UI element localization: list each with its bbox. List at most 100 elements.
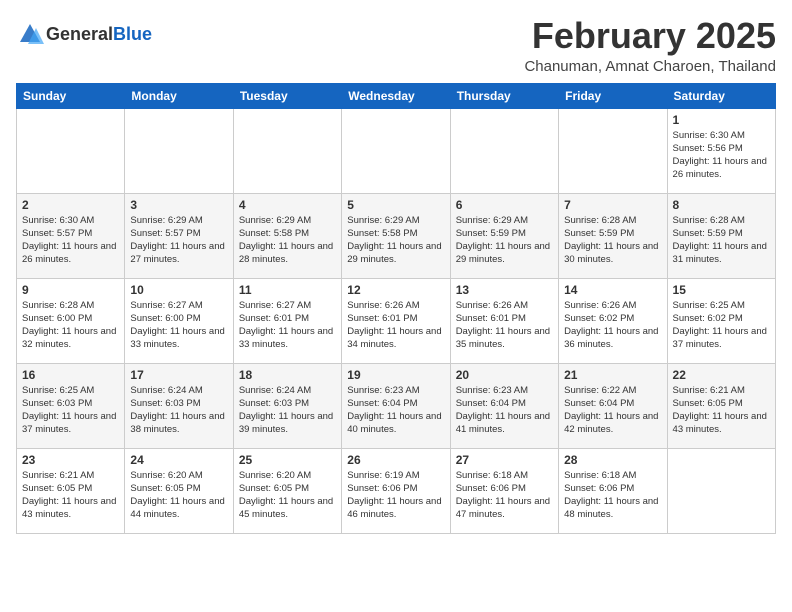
day-cell: 10 Sunrise: 6:27 AM Sunset: 6:00 PM Dayli… [125,278,233,363]
day-number: 14 [564,283,661,297]
day-cell [342,108,450,193]
weekday-header-sunday: Sunday [17,83,125,108]
logo-blue-text: Blue [113,24,152,44]
day-cell: 17 Sunrise: 6:24 AM Sunset: 6:03 PM Dayli… [125,363,233,448]
day-cell [450,108,558,193]
week-row-3: 9 Sunrise: 6:28 AM Sunset: 6:00 PM Daylig… [17,278,776,363]
day-info: Sunrise: 6:29 AM Sunset: 5:59 PM Dayligh… [456,214,553,267]
day-cell: 22 Sunrise: 6:21 AM Sunset: 6:05 PM Dayli… [667,363,775,448]
day-number: 22 [673,368,770,382]
day-info: Sunrise: 6:22 AM Sunset: 6:04 PM Dayligh… [564,384,661,437]
day-number: 23 [22,453,119,467]
day-number: 20 [456,368,553,382]
day-info: Sunrise: 6:20 AM Sunset: 6:05 PM Dayligh… [130,469,227,522]
day-cell: 12 Sunrise: 6:26 AM Sunset: 6:01 PM Dayli… [342,278,450,363]
day-number: 4 [239,198,336,212]
day-cell: 2Sunrise: 6:30 AM Sunset: 5:57 PM Daylig… [17,193,125,278]
day-number: 25 [239,453,336,467]
day-number: 1 [673,113,770,127]
day-cell: 18 Sunrise: 6:24 AM Sunset: 6:03 PM Dayli… [233,363,341,448]
day-number: 10 [130,283,227,297]
day-info: Sunrise: 6:29 AM Sunset: 5:58 PM Dayligh… [239,214,336,267]
day-number: 27 [456,453,553,467]
week-row-2: 2Sunrise: 6:30 AM Sunset: 5:57 PM Daylig… [17,193,776,278]
logo: GeneralBlue [16,20,152,48]
day-number: 6 [456,198,553,212]
day-number: 8 [673,198,770,212]
day-info: Sunrise: 6:21 AM Sunset: 6:05 PM Dayligh… [673,384,770,437]
day-cell: 19Sunrise: 6:23 AM Sunset: 6:04 PM Dayli… [342,363,450,448]
day-info: Sunrise: 6:30 AM Sunset: 5:56 PM Dayligh… [673,129,770,182]
day-info: Sunrise: 6:24 AM Sunset: 6:03 PM Dayligh… [239,384,336,437]
day-info: Sunrise: 6:25 AM Sunset: 6:02 PM Dayligh… [673,299,770,352]
calendar-table: SundayMondayTuesdayWednesdayThursdayFrid… [16,83,776,534]
day-cell: 20Sunrise: 6:23 AM Sunset: 6:04 PM Dayli… [450,363,558,448]
day-cell [17,108,125,193]
day-info: Sunrise: 6:26 AM Sunset: 6:01 PM Dayligh… [456,299,553,352]
week-row-5: 23 Sunrise: 6:21 AM Sunset: 6:05 PM Dayli… [17,448,776,533]
day-info: Sunrise: 6:26 AM Sunset: 6:02 PM Dayligh… [564,299,661,352]
day-info: Sunrise: 6:25 AM Sunset: 6:03 PM Dayligh… [22,384,119,437]
day-number: 28 [564,453,661,467]
day-cell: 11Sunrise: 6:27 AM Sunset: 6:01 PM Dayli… [233,278,341,363]
day-cell: 26 Sunrise: 6:19 AM Sunset: 6:06 PM Dayli… [342,448,450,533]
day-cell [559,108,667,193]
weekday-header-saturday: Saturday [667,83,775,108]
day-cell: 14 Sunrise: 6:26 AM Sunset: 6:02 PM Dayli… [559,278,667,363]
day-cell: 1 Sunrise: 6:30 AM Sunset: 5:56 PM Daylig… [667,108,775,193]
day-info: Sunrise: 6:27 AM Sunset: 6:01 PM Dayligh… [239,299,336,352]
logo-icon [16,20,44,48]
day-number: 12 [347,283,444,297]
title-area: February 2025 Chanuman, Amnat Charoen, T… [524,16,776,75]
day-number: 15 [673,283,770,297]
day-cell [667,448,775,533]
day-number: 13 [456,283,553,297]
day-cell [233,108,341,193]
day-cell: 8Sunrise: 6:28 AM Sunset: 5:59 PM Daylig… [667,193,775,278]
weekday-header-row: SundayMondayTuesdayWednesdayThursdayFrid… [17,83,776,108]
day-number: 26 [347,453,444,467]
day-cell: 3 Sunrise: 6:29 AM Sunset: 5:57 PM Daylig… [125,193,233,278]
day-cell: 23 Sunrise: 6:21 AM Sunset: 6:05 PM Dayli… [17,448,125,533]
weekday-header-monday: Monday [125,83,233,108]
day-number: 17 [130,368,227,382]
day-cell: 28 Sunrise: 6:18 AM Sunset: 6:06 PM Dayli… [559,448,667,533]
weekday-header-wednesday: Wednesday [342,83,450,108]
day-info: Sunrise: 6:27 AM Sunset: 6:00 PM Dayligh… [130,299,227,352]
day-number: 3 [130,198,227,212]
day-info: Sunrise: 6:19 AM Sunset: 6:06 PM Dayligh… [347,469,444,522]
day-cell: 25 Sunrise: 6:20 AM Sunset: 6:05 PM Dayli… [233,448,341,533]
day-number: 24 [130,453,227,467]
day-info: Sunrise: 6:18 AM Sunset: 6:06 PM Dayligh… [456,469,553,522]
day-info: Sunrise: 6:29 AM Sunset: 5:58 PM Dayligh… [347,214,444,267]
day-info: Sunrise: 6:28 AM Sunset: 6:00 PM Dayligh… [22,299,119,352]
weekday-header-tuesday: Tuesday [233,83,341,108]
day-number: 7 [564,198,661,212]
day-info: Sunrise: 6:24 AM Sunset: 6:03 PM Dayligh… [130,384,227,437]
day-number: 21 [564,368,661,382]
day-cell: 21 Sunrise: 6:22 AM Sunset: 6:04 PM Dayli… [559,363,667,448]
day-number: 9 [22,283,119,297]
week-row-4: 16Sunrise: 6:25 AM Sunset: 6:03 PM Dayli… [17,363,776,448]
day-cell: 13 Sunrise: 6:26 AM Sunset: 6:01 PM Dayli… [450,278,558,363]
day-cell: 16Sunrise: 6:25 AM Sunset: 6:03 PM Dayli… [17,363,125,448]
logo-general-text: General [46,24,113,44]
day-info: Sunrise: 6:30 AM Sunset: 5:57 PM Dayligh… [22,214,119,267]
day-cell: 15 Sunrise: 6:25 AM Sunset: 6:02 PM Dayli… [667,278,775,363]
week-row-1: 1 Sunrise: 6:30 AM Sunset: 5:56 PM Daylig… [17,108,776,193]
day-info: Sunrise: 6:20 AM Sunset: 6:05 PM Dayligh… [239,469,336,522]
day-number: 18 [239,368,336,382]
day-info: Sunrise: 6:21 AM Sunset: 6:05 PM Dayligh… [22,469,119,522]
page-header: GeneralBlue February 2025 Chanuman, Amna… [16,16,776,75]
day-cell [125,108,233,193]
day-cell: 5Sunrise: 6:29 AM Sunset: 5:58 PM Daylig… [342,193,450,278]
day-info: Sunrise: 6:29 AM Sunset: 5:57 PM Dayligh… [130,214,227,267]
day-info: Sunrise: 6:23 AM Sunset: 6:04 PM Dayligh… [347,384,444,437]
day-cell: 4 Sunrise: 6:29 AM Sunset: 5:58 PM Daylig… [233,193,341,278]
day-info: Sunrise: 6:26 AM Sunset: 6:01 PM Dayligh… [347,299,444,352]
day-info: Sunrise: 6:18 AM Sunset: 6:06 PM Dayligh… [564,469,661,522]
month-title: February 2025 [524,16,776,56]
day-cell: 27 Sunrise: 6:18 AM Sunset: 6:06 PM Dayli… [450,448,558,533]
location-subtitle: Chanuman, Amnat Charoen, Thailand [524,58,776,75]
weekday-header-thursday: Thursday [450,83,558,108]
